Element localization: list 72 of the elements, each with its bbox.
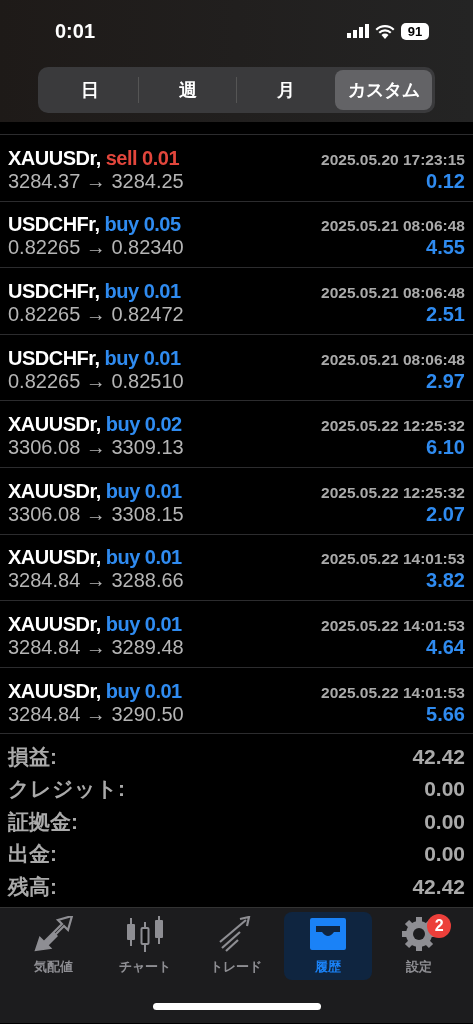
tab-bar-item[interactable]: 気配値 — [9, 912, 98, 981]
symbol-name: XAUUSDr, — [8, 546, 101, 570]
clock-time: 0:01 — [55, 19, 96, 43]
price-range: 3306.08 → 3308.15 — [8, 502, 184, 526]
summary-value: 0.00 — [424, 842, 465, 867]
order-type: buy 0.01 — [105, 546, 182, 570]
period-tab[interactable]: 月 — [237, 70, 334, 110]
order-type: buy 0.01 — [105, 612, 182, 636]
symbol-name: XAUUSDr, — [8, 612, 101, 636]
price-range: 3284.84 → 3290.50 — [8, 702, 184, 726]
trade-time: 2025.05.20 17:23:15 — [321, 150, 465, 169]
battery-level: 91 — [401, 22, 429, 40]
symbol-name: XAUUSDr, — [8, 146, 101, 170]
order-type: buy 0.05 — [104, 213, 181, 237]
summary-value: 42.42 — [412, 874, 465, 899]
inbox-tray-icon — [307, 916, 348, 953]
summary-label: クレジット: — [8, 776, 125, 803]
price-range: 3284.37 → 3284.25 — [8, 169, 184, 193]
profit-value: 2.07 — [426, 502, 465, 526]
order-type: buy 0.01 — [104, 280, 181, 303]
price-range: 0.82265 → 0.82510 — [8, 369, 184, 393]
tab-bar-item[interactable]: チャート — [101, 912, 190, 981]
profit-value: 4.55 — [426, 236, 465, 260]
summary-label: 証拠金: — [8, 808, 78, 835]
order-type: buy 0.02 — [105, 413, 182, 437]
trade-time: 2025.05.22 12:25:32 — [321, 417, 465, 436]
order-type: buy 0.01 — [105, 679, 182, 703]
summary-value: 0.00 — [424, 777, 465, 802]
trade-time: 2025.05.22 14:01:53 — [321, 550, 465, 569]
double-arrow-icon — [33, 916, 74, 953]
tab-bar-item[interactable]: 設定 2 — [375, 912, 464, 981]
price-range: 3284.84 → 3289.48 — [8, 635, 184, 659]
trade-time: 2025.05.21 08:06:48 — [321, 284, 465, 302]
notification-badge: 2 — [427, 914, 452, 939]
price-range: 0.82265 → 0.82472 — [8, 303, 184, 326]
period-tab[interactable]: 週 — [139, 70, 236, 110]
trade-time: 2025.05.22 14:01:53 — [321, 616, 465, 635]
trade-time: 2025.05.22 12:25:32 — [321, 483, 465, 502]
trade-time: 2025.05.21 08:06:48 — [321, 350, 465, 369]
summary-label: 残高: — [8, 873, 57, 900]
profit-value: 2.97 — [426, 369, 465, 393]
profit-value: 4.64 — [426, 635, 465, 659]
symbol-name: USDCHFr, — [8, 280, 100, 303]
tab-bar-item[interactable]: トレード — [192, 912, 281, 981]
profit-value: 2.51 — [426, 303, 465, 326]
wifi-icon — [375, 23, 395, 39]
profit-value: 6.10 — [426, 436, 465, 460]
symbol-name: XAUUSDr, — [8, 679, 101, 703]
order-type: sell 0.01 — [105, 146, 180, 170]
summary-value: 42.42 — [412, 744, 465, 769]
period-tab[interactable]: 日 — [41, 70, 138, 110]
symbol-name: XAUUSDr, — [8, 479, 101, 503]
price-range: 0.82265 → 0.82340 — [8, 236, 184, 260]
profit-value: 3.82 — [426, 569, 465, 593]
summary-label: 出金: — [8, 841, 57, 868]
candlestick-icon — [125, 916, 166, 953]
price-range: 3284.84 → 3288.66 — [8, 569, 184, 593]
price-range: 3306.08 → 3309.13 — [8, 436, 184, 460]
trade-time: 2025.05.22 14:01:53 — [321, 683, 465, 702]
trade-time: 2025.05.21 08:06:48 — [321, 217, 465, 236]
summary-value: 0.00 — [424, 809, 465, 834]
order-type: buy 0.01 — [105, 479, 182, 503]
symbol-name: USDCHFr, — [8, 213, 100, 237]
summary-label: 損益: — [8, 743, 57, 770]
symbol-name: USDCHFr, — [8, 346, 100, 370]
period-tab[interactable]: カスタム — [335, 70, 432, 110]
profit-value: 0.12 — [426, 169, 465, 193]
signal-icon — [347, 24, 369, 38]
symbol-name: XAUUSDr, — [8, 413, 101, 437]
profit-value: 5.66 — [426, 702, 465, 726]
tab-bar-item[interactable]: 履歴 — [283, 912, 372, 981]
order-type: buy 0.01 — [104, 346, 181, 370]
